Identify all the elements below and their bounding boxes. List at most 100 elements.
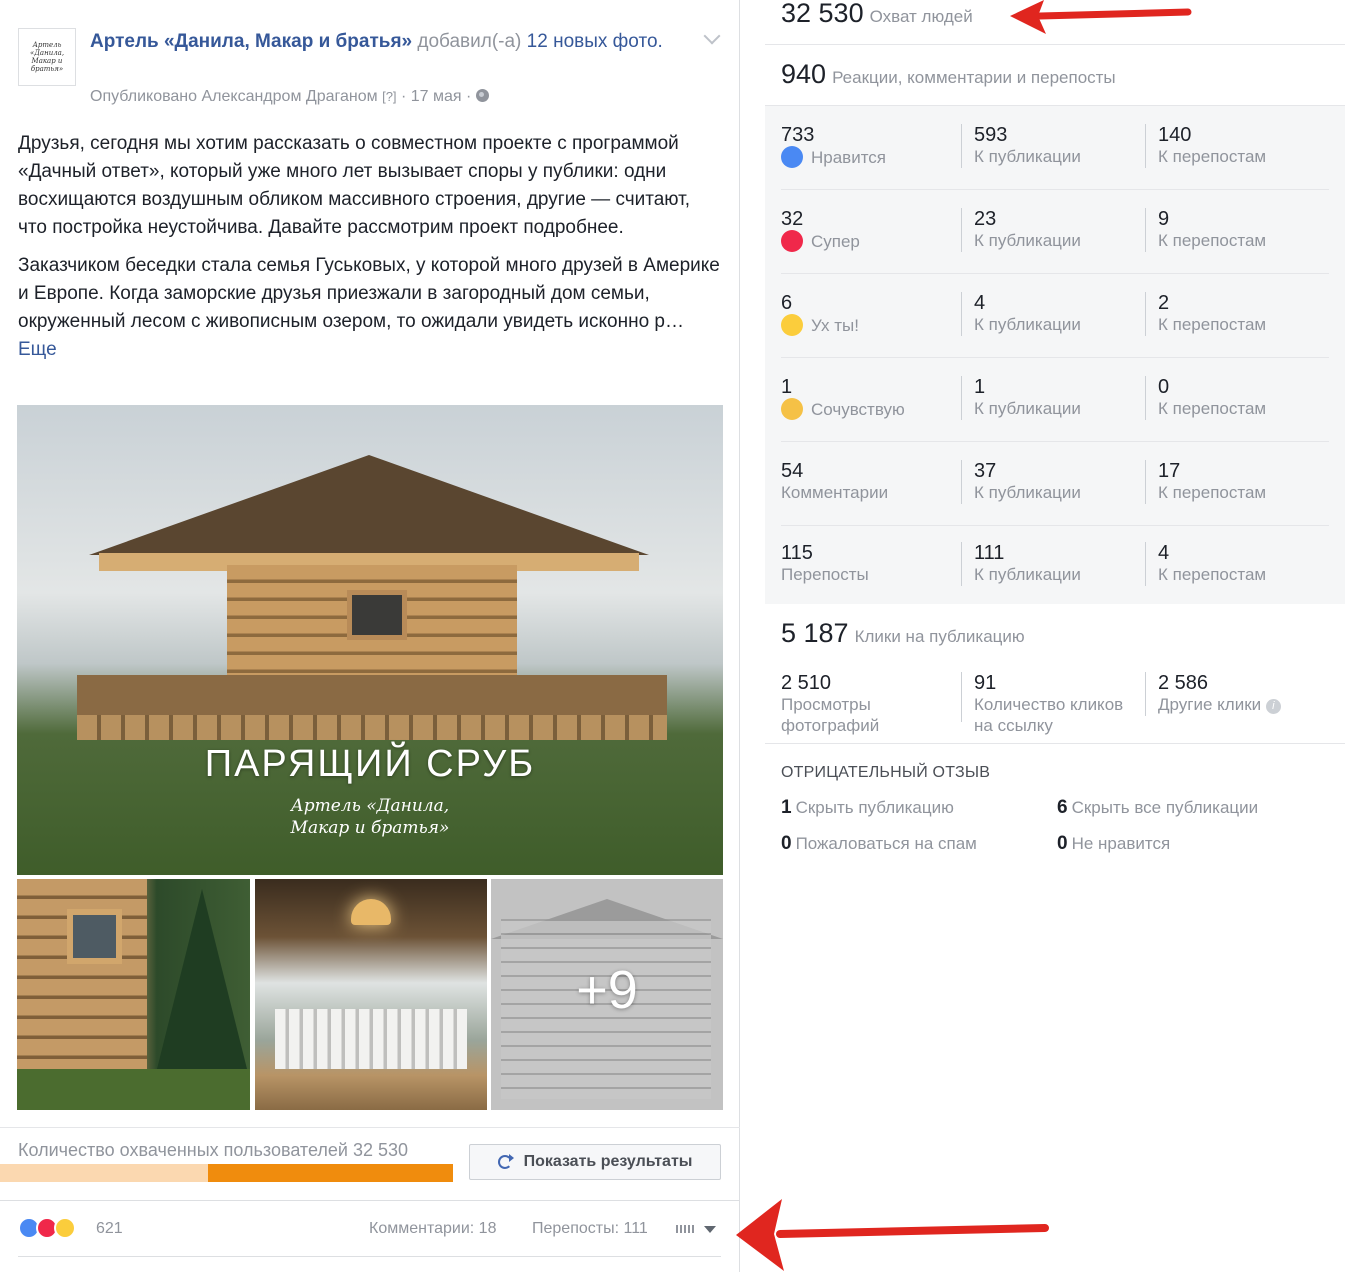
help-link[interactable]: [?]: [382, 89, 396, 104]
page-avatar[interactable]: Артель «Данила, Макар и братья»: [18, 28, 76, 86]
photo-roof: [89, 455, 649, 555]
see-more-link[interactable]: Еще: [18, 339, 57, 360]
reach-value: 32 530: [781, 0, 864, 28]
photo-thumb-2[interactable]: [255, 879, 487, 1110]
footer-divider: [18, 1256, 721, 1257]
photo-title: ПАРЯЩИЙ СРУБ: [204, 743, 536, 785]
info-icon[interactable]: i: [1265, 699, 1281, 714]
show-results-button[interactable]: Показать результаты: [469, 1144, 721, 1180]
like-icon: [781, 146, 803, 168]
reach-value-line: 32 530 Охват людей: [781, 0, 973, 29]
stat-post-value: 1: [974, 376, 986, 398]
reaction-icons[interactable]: [18, 1217, 92, 1239]
stat-shares-value: 17: [1158, 460, 1181, 482]
click-label-1: Просмотры: [781, 695, 871, 714]
stat-post-label: К публикации: [974, 565, 1081, 584]
stat-shares-value: 0: [1158, 376, 1170, 398]
click-label-2: на ссылку: [974, 716, 1053, 735]
click-label-1: Количество кликов: [974, 695, 1124, 714]
reach-progress-fill: [208, 1164, 453, 1182]
post-date[interactable]: · 17 мая ·: [397, 88, 476, 105]
globe-icon: [475, 89, 489, 102]
stat-name: Перепосты: [781, 565, 869, 584]
new-photos-link[interactable]: 12 новых фото.: [527, 31, 663, 52]
photo-thumb-1[interactable]: [17, 879, 250, 1110]
stat-name: Нравится: [811, 148, 887, 167]
click-value: 2 510: [781, 672, 832, 694]
stat-total: 32: [781, 208, 804, 230]
negative-unlike: 0 Не нравится: [1057, 833, 1170, 855]
post-footer: 621 Комментарии: 18 Перепосты: 111: [0, 1200, 740, 1257]
stat-shares-cell: 2К перепостам: [1145, 292, 1325, 336]
click-cell-other-clicks: 2 586 Другие клики i: [1145, 672, 1335, 716]
reactions-count[interactable]: 621: [96, 1220, 123, 1238]
stat-post-cell: 4К публикации: [961, 292, 1141, 336]
thumb-table: [275, 1009, 467, 1069]
page-name-link[interactable]: Артель «Данила, Макар и братья»: [90, 31, 412, 52]
more-photos-count[interactable]: +9: [491, 959, 723, 1021]
photo-signature-line-1: Артель «Данила,: [290, 796, 450, 816]
thumb-grass: [17, 1069, 250, 1110]
share-as-icon[interactable]: [676, 1225, 694, 1233]
stat-shares-cell: 140 К перепостам: [1145, 124, 1325, 168]
engagement-value-line: 940 Реакции, комментарии и перепосты: [781, 59, 1116, 90]
stat-shares-value: 140: [1158, 124, 1192, 146]
clicks-value-line: 5 187 Клики на публикацию: [781, 618, 1025, 649]
stat-total-cell: 6 Ух ты!: [781, 292, 961, 337]
main-photo[interactable]: ПАРЯЩИЙ СРУБ Артель «Данила, Макар и бра…: [17, 405, 723, 875]
post-paragraph-2: Заказчиком беседки стала семья Гуськовых…: [18, 252, 723, 364]
shares-count[interactable]: Перепосты: 111: [532, 1220, 648, 1238]
negative-feedback-title: ОТРИЦАТЕЛЬНЫЙ ОТЗЫВ: [781, 764, 991, 781]
post-paragraph-1: Друзья, сегодня мы хотим рассказать о со…: [18, 133, 691, 238]
photo-thumb-3[interactable]: +9: [491, 879, 723, 1110]
stat-shares-cell: 17 К перепостам: [1145, 460, 1325, 504]
stat-total-cell: 54 Комментарии: [781, 460, 961, 504]
stat-post-cell: 111 К публикации: [961, 542, 1141, 586]
stat-shares-label: К перепостам: [1158, 147, 1267, 166]
reach-caption: Охват людей: [869, 7, 973, 26]
wow-icon: [54, 1217, 76, 1239]
stat-post-cell: 1К публикации: [961, 376, 1141, 420]
stat-total: 54: [781, 460, 804, 482]
stat-total-cell: 733 Нравится: [781, 124, 961, 169]
photo-signature-line-2: Макар и братья»: [290, 818, 450, 838]
stat-post-label: К публикации: [974, 315, 1081, 334]
stat-post-label: К публикации: [974, 231, 1081, 250]
stat-shares-cell: 0К перепостам: [1145, 376, 1325, 420]
wow-icon: [781, 314, 803, 336]
added-text: добавил(-а): [412, 31, 527, 52]
stat-post-value: 4: [974, 292, 986, 314]
stat-shares-label: К перепостам: [1158, 565, 1267, 584]
stat-name: Супер: [811, 232, 860, 251]
stat-shares-value: 2: [1158, 292, 1170, 314]
stat-name: Сочувствую: [811, 400, 905, 419]
stat-name-line: Комментарии: [781, 482, 961, 504]
stat-total-cell: 32 Супер: [781, 208, 961, 253]
stat-name: Ух ты!: [811, 316, 859, 335]
post-headline: Артель «Данила, Макар и братья» добавил(…: [90, 28, 690, 56]
annotation-arrow-top: [1010, 0, 1192, 34]
dropdown-icon[interactable]: [704, 1226, 716, 1233]
stat-row: 54 Комментарии 37 К публикации 17 К перепоста…: [781, 442, 1329, 526]
stat-post-label: К публикации: [974, 147, 1081, 166]
click-label-text: Другие клики: [1158, 695, 1262, 714]
photo-stumps: [77, 715, 667, 740]
stat-post-cell: 23 К публикации: [961, 208, 1141, 252]
click-value: 2 586: [1158, 672, 1209, 694]
photo-signature: Артель «Данила, Макар и братья»: [17, 795, 723, 839]
thumb-window: [67, 909, 122, 964]
neg-value: 1: [781, 797, 792, 818]
stat-shares-cell: 9К перепостам: [1145, 208, 1325, 252]
comments-count[interactable]: Комментарии: 18: [369, 1220, 496, 1238]
stat-name: Комментарии: [781, 483, 889, 502]
stat-post-label: К публикации: [974, 483, 1081, 502]
annotation-arrow-bottom: [736, 1199, 1049, 1271]
neg-value: 0: [781, 833, 792, 854]
screenshot-stage: Артель «Данила, Макар и братья» Артель «…: [0, 0, 1345, 1272]
stat-name-line: Супер: [781, 230, 961, 253]
stat-shares-label: К перепостам: [1158, 231, 1267, 250]
show-results-label: Показать результаты: [523, 1153, 693, 1170]
post-paragraph-2-text: Заказчиком беседки стала семья Гуськовых…: [18, 255, 720, 332]
refresh-icon: [497, 1154, 514, 1169]
stat-total: 115: [781, 542, 813, 564]
